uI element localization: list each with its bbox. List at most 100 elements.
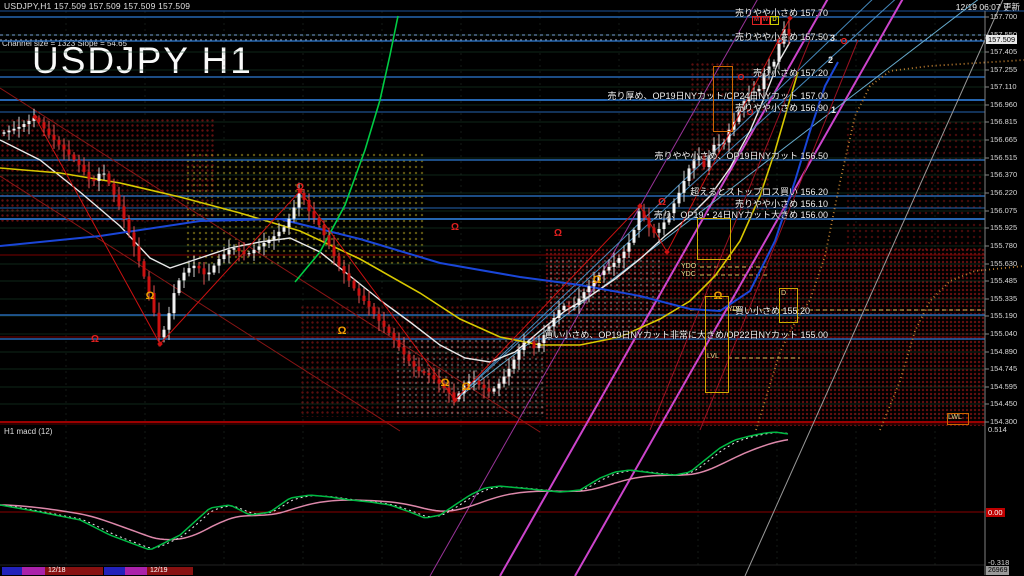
ma-line — [295, 16, 398, 282]
candle-body — [278, 232, 281, 236]
highlight-box — [713, 66, 733, 132]
level-annotation: 売りやや小さめ 157.50 — [735, 30, 828, 43]
candle-body — [83, 165, 86, 172]
candle-body — [238, 248, 241, 251]
omega-marker: Ω — [441, 378, 450, 388]
candle-body — [118, 195, 121, 207]
pivot-label: LVL — [707, 353, 719, 360]
candle-body — [423, 371, 426, 373]
ma-line — [756, 60, 1024, 430]
candle-body — [503, 377, 506, 384]
period-badge: M — [752, 16, 761, 25]
candle-body — [398, 340, 401, 347]
candle-body — [333, 245, 336, 256]
candle-body — [68, 149, 71, 154]
fan-line-number: 1 — [831, 105, 836, 115]
candle-body — [273, 236, 276, 239]
chart-plot-area[interactable] — [0, 0, 1024, 576]
price-axis-label: 156.515 — [990, 154, 1017, 162]
candle-body — [483, 385, 486, 389]
session-date-label: 12/19 — [150, 567, 168, 575]
candle-body — [573, 305, 576, 307]
candle-body — [553, 318, 556, 326]
candle-body — [198, 266, 201, 269]
candle-body — [53, 135, 56, 140]
omega-marker: Ω — [146, 291, 155, 301]
candle-body — [513, 360, 516, 369]
candle-body — [323, 225, 326, 235]
price-axis-label: 155.335 — [990, 295, 1017, 303]
candle-body — [658, 229, 661, 233]
candle-body — [3, 132, 6, 133]
level-annotation: 売りやや小さめ、OP19日NYカット 156.50 — [654, 149, 828, 162]
macd-current-value: 0.00 — [986, 508, 1005, 517]
level-annotation: 買い小さめ、OP19日NYカット非常に大きめ/OP22日NYカット 155.00 — [544, 328, 828, 341]
price-axis-label: 157.700 — [990, 13, 1017, 21]
candle-body — [48, 129, 51, 135]
highlight-box — [705, 296, 729, 393]
macd-dotted-line — [0, 433, 788, 549]
candle-body — [213, 266, 216, 273]
price-axis-label: 155.485 — [990, 277, 1017, 285]
price-axis-label: 156.220 — [990, 189, 1017, 197]
candle-body — [363, 296, 366, 301]
candle-body — [428, 373, 431, 375]
candle-body — [403, 347, 406, 354]
candle-body — [683, 181, 686, 193]
candle-body — [123, 206, 126, 219]
price-axis-label: 155.925 — [990, 224, 1017, 232]
candle-body — [493, 388, 496, 391]
candle-body — [133, 233, 136, 247]
candle-body — [353, 281, 356, 289]
candle-body — [283, 227, 286, 231]
price-axis-label: 155.780 — [990, 242, 1017, 250]
price-axis-label: 155.040 — [990, 330, 1017, 338]
candle-body — [358, 288, 361, 295]
candle-body — [318, 218, 321, 225]
candle-body — [268, 240, 271, 243]
session-strip-segment — [104, 567, 125, 575]
price-axis-label: 155.630 — [990, 260, 1017, 268]
candle-body — [43, 122, 46, 128]
price-axis-label: 155.190 — [990, 312, 1017, 320]
candle-body — [518, 350, 521, 360]
candle-body — [103, 174, 106, 175]
period-badge: W — [761, 16, 770, 25]
candle-body — [603, 271, 606, 276]
candle-body — [568, 306, 571, 307]
candle-body — [28, 121, 31, 124]
pivot-label: YDL — [728, 306, 742, 313]
candle-body — [533, 341, 536, 348]
omega-marker: Ω — [462, 382, 471, 392]
level-annotation: 売りやや小さめ 157.70 — [735, 6, 828, 19]
candle-body — [628, 243, 631, 252]
macd-indicator-label: H1 macd (12) — [4, 427, 52, 436]
candle-body — [523, 343, 526, 350]
current-price-label: 157.509 — [986, 35, 1017, 44]
candle-body — [293, 207, 296, 218]
zigzag-point — [664, 249, 670, 255]
candle-body — [373, 307, 376, 314]
candle-body — [93, 179, 96, 181]
candle-body — [163, 330, 166, 338]
candle-body — [138, 246, 141, 261]
candle-body — [663, 222, 666, 229]
candle-body — [383, 321, 386, 327]
candle-body — [78, 160, 81, 165]
pivot-label: YDC — [681, 271, 696, 278]
candle-body — [258, 246, 261, 249]
session-date-label: 12/18 — [48, 567, 66, 575]
candle-body — [578, 299, 581, 306]
candle-body — [263, 243, 266, 246]
trading-chart-window: USDJPY,H1 157.509 157.509 157.509 157.50… — [0, 0, 1024, 576]
fan-line-number: 2 — [828, 55, 833, 65]
session-strip-segment — [22, 567, 45, 575]
candle-body — [183, 273, 186, 281]
price-axis-label: 157.255 — [990, 66, 1017, 74]
candle-body — [348, 273, 351, 280]
candle-body — [378, 314, 381, 321]
candle-body — [58, 140, 61, 145]
price-axis-label: 157.405 — [990, 48, 1017, 56]
pivot-label: D — [781, 290, 786, 297]
candle-body — [498, 384, 501, 389]
